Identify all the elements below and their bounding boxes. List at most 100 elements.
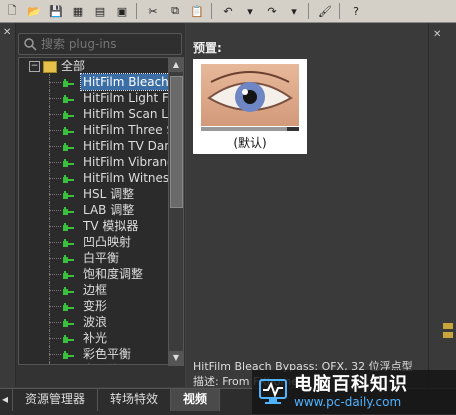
watermark-title: 电脑百科知识: [294, 374, 408, 395]
watermark-banner: 电脑百科知识 www.pc-daily.com: [252, 370, 456, 414]
tab-scroll-left[interactable]: ◂: [0, 389, 13, 411]
open-folder-icon[interactable]: 📂: [24, 2, 44, 20]
tree-item-label: TV 模拟器: [83, 219, 139, 233]
tree-item[interactable]: HitFilm Witness: [19, 170, 169, 186]
tree-item-label: HitFilm Three St: [83, 123, 170, 137]
copy-icon[interactable]: ⧉: [165, 2, 185, 20]
undo-dropdown-icon[interactable]: ▾: [240, 2, 260, 20]
tree-item[interactable]: 变形: [19, 298, 169, 314]
preview-progress-fill: [201, 127, 288, 131]
tree-root-node[interactable]: − 全部: [19, 58, 169, 74]
toolbar-divider: [136, 3, 137, 19]
toolbar-divider: [211, 3, 212, 19]
tree-item[interactable]: 白平衡: [19, 250, 169, 266]
tree-item[interactable]: 饱和度调整: [19, 266, 169, 282]
preview-progress-bar: [201, 127, 299, 131]
tree-item[interactable]: HSL 调整: [19, 186, 169, 202]
new-file-icon[interactable]: 🗋: [2, 2, 22, 20]
properties-icon[interactable]: ▦: [68, 2, 88, 20]
plugin-icon: [63, 173, 74, 183]
plugin-icon: [63, 333, 74, 343]
help-pointer-icon[interactable]: ?: [346, 2, 366, 20]
tree-item-label: HitFilm TV Dama: [83, 139, 169, 153]
plugin-icon: [63, 157, 74, 167]
tab-explorer[interactable]: 资源管理器: [13, 389, 99, 411]
plugin-icon: [63, 109, 74, 119]
tree-item[interactable]: HitFilm Three St: [19, 122, 169, 138]
tree-item-label: 彩色平衡: [83, 347, 132, 361]
toolbar-divider: [308, 3, 309, 19]
paste-icon[interactable]: 📋: [187, 2, 207, 20]
tab-transitions[interactable]: 转场特效: [98, 389, 172, 411]
preset-thumbnail[interactable]: (默认): [193, 59, 307, 154]
plugin-icon: [63, 253, 74, 263]
cut-icon[interactable]: ✂: [143, 2, 163, 20]
preset-caption: (默认): [233, 136, 267, 150]
toolbar-divider: [339, 3, 340, 19]
plugin-icon: [63, 125, 74, 135]
plugin-icon: [63, 285, 74, 295]
scroll-up-icon[interactable]: ▲: [169, 58, 183, 72]
export-icon[interactable]: ▣: [112, 2, 132, 20]
tree-item-label: 变形: [83, 299, 108, 313]
tree-item-label: 凹凸映射: [83, 235, 132, 249]
panel-side-strip: ✕: [0, 23, 16, 387]
plugin-icon: [63, 301, 74, 311]
tree-item[interactable]: HitFilm Vibrance: [19, 154, 169, 170]
scroll-down-icon[interactable]: ▼: [169, 351, 183, 365]
save-icon[interactable]: 💾: [46, 2, 66, 20]
panel-swatch-icon: [443, 323, 453, 329]
tree-root-label: 全部: [61, 59, 86, 73]
tree-item[interactable]: 彩色平衡: [19, 346, 169, 362]
plugin-tree[interactable]: − 全部 HitFilm Bleach BHitFilm Light Fla Hit…: [18, 57, 170, 365]
plugin-icon: [63, 221, 74, 231]
tree-item[interactable]: LAB 调整: [19, 202, 169, 218]
tree-item[interactable]: HitFilm Bleach B: [19, 73, 169, 91]
tree-item-label: LAB 调整: [83, 203, 135, 217]
plugin-icon: [63, 141, 74, 151]
tree-item-label: 饱和度调整: [83, 267, 144, 281]
redo-icon[interactable]: ↷: [262, 2, 282, 20]
brush-icon[interactable]: 🖌: [315, 2, 335, 20]
plugin-icon: [63, 77, 74, 87]
panel-swatch-icon: [443, 332, 453, 338]
undo-icon[interactable]: ↶: [218, 2, 238, 20]
tree-item-label: HitFilm Scan Lin: [83, 107, 170, 121]
scrollbar-thumb[interactable]: [170, 76, 183, 208]
search-icon: [22, 36, 38, 52]
tree-item-label: 补光: [83, 331, 108, 345]
tree-item[interactable]: HitFilm TV Dama: [19, 138, 169, 154]
plugin-icon: [63, 349, 74, 359]
plugin-icon: [63, 237, 74, 247]
tree-item[interactable]: 补光: [19, 330, 169, 346]
collapse-icon[interactable]: −: [29, 61, 40, 72]
tree-item-label: HitFilm Light Fla: [83, 91, 170, 105]
render-icon[interactable]: ▤: [90, 2, 110, 20]
tab-video[interactable]: 视频: [171, 389, 221, 411]
tree-item[interactable]: HitFilm Light Fla: [19, 90, 169, 106]
plugin-search-box[interactable]: [18, 33, 182, 55]
close-panel-icon[interactable]: ✕: [3, 27, 11, 38]
close-panel-icon[interactable]: ✕: [433, 29, 441, 40]
tree-item[interactable]: TV 模拟器: [19, 218, 169, 234]
search-input[interactable]: [38, 37, 174, 51]
eye-preview-image: [201, 64, 299, 126]
tree-scrollbar[interactable]: ▲ ▼: [168, 57, 184, 366]
tree-item-label: HitFilm Bleach B: [80, 73, 169, 91]
folder-icon: [43, 60, 57, 73]
tree-item-label: HSL 调整: [83, 187, 135, 201]
redo-dropdown-icon[interactable]: ▾: [284, 2, 304, 20]
tree-item[interactable]: 电影效果: [19, 362, 169, 364]
right-panel-strip: ✕: [428, 23, 456, 387]
tree-item[interactable]: HitFilm Scan Lin: [19, 106, 169, 122]
tree-item[interactable]: 凹凸映射: [19, 234, 169, 250]
tree-item-label: 波浪: [83, 315, 108, 329]
plugin-icon: [63, 93, 74, 103]
tree-item-label: 白平衡: [83, 251, 120, 265]
tree-item-label: 边框: [83, 283, 108, 297]
tree-item[interactable]: 边框: [19, 282, 169, 298]
plugin-icon: [63, 205, 74, 215]
tree-item-label: HitFilm Vibrance: [83, 155, 169, 169]
tree-item-label: HitFilm Witness: [83, 171, 170, 185]
tree-item[interactable]: 波浪: [19, 314, 169, 330]
